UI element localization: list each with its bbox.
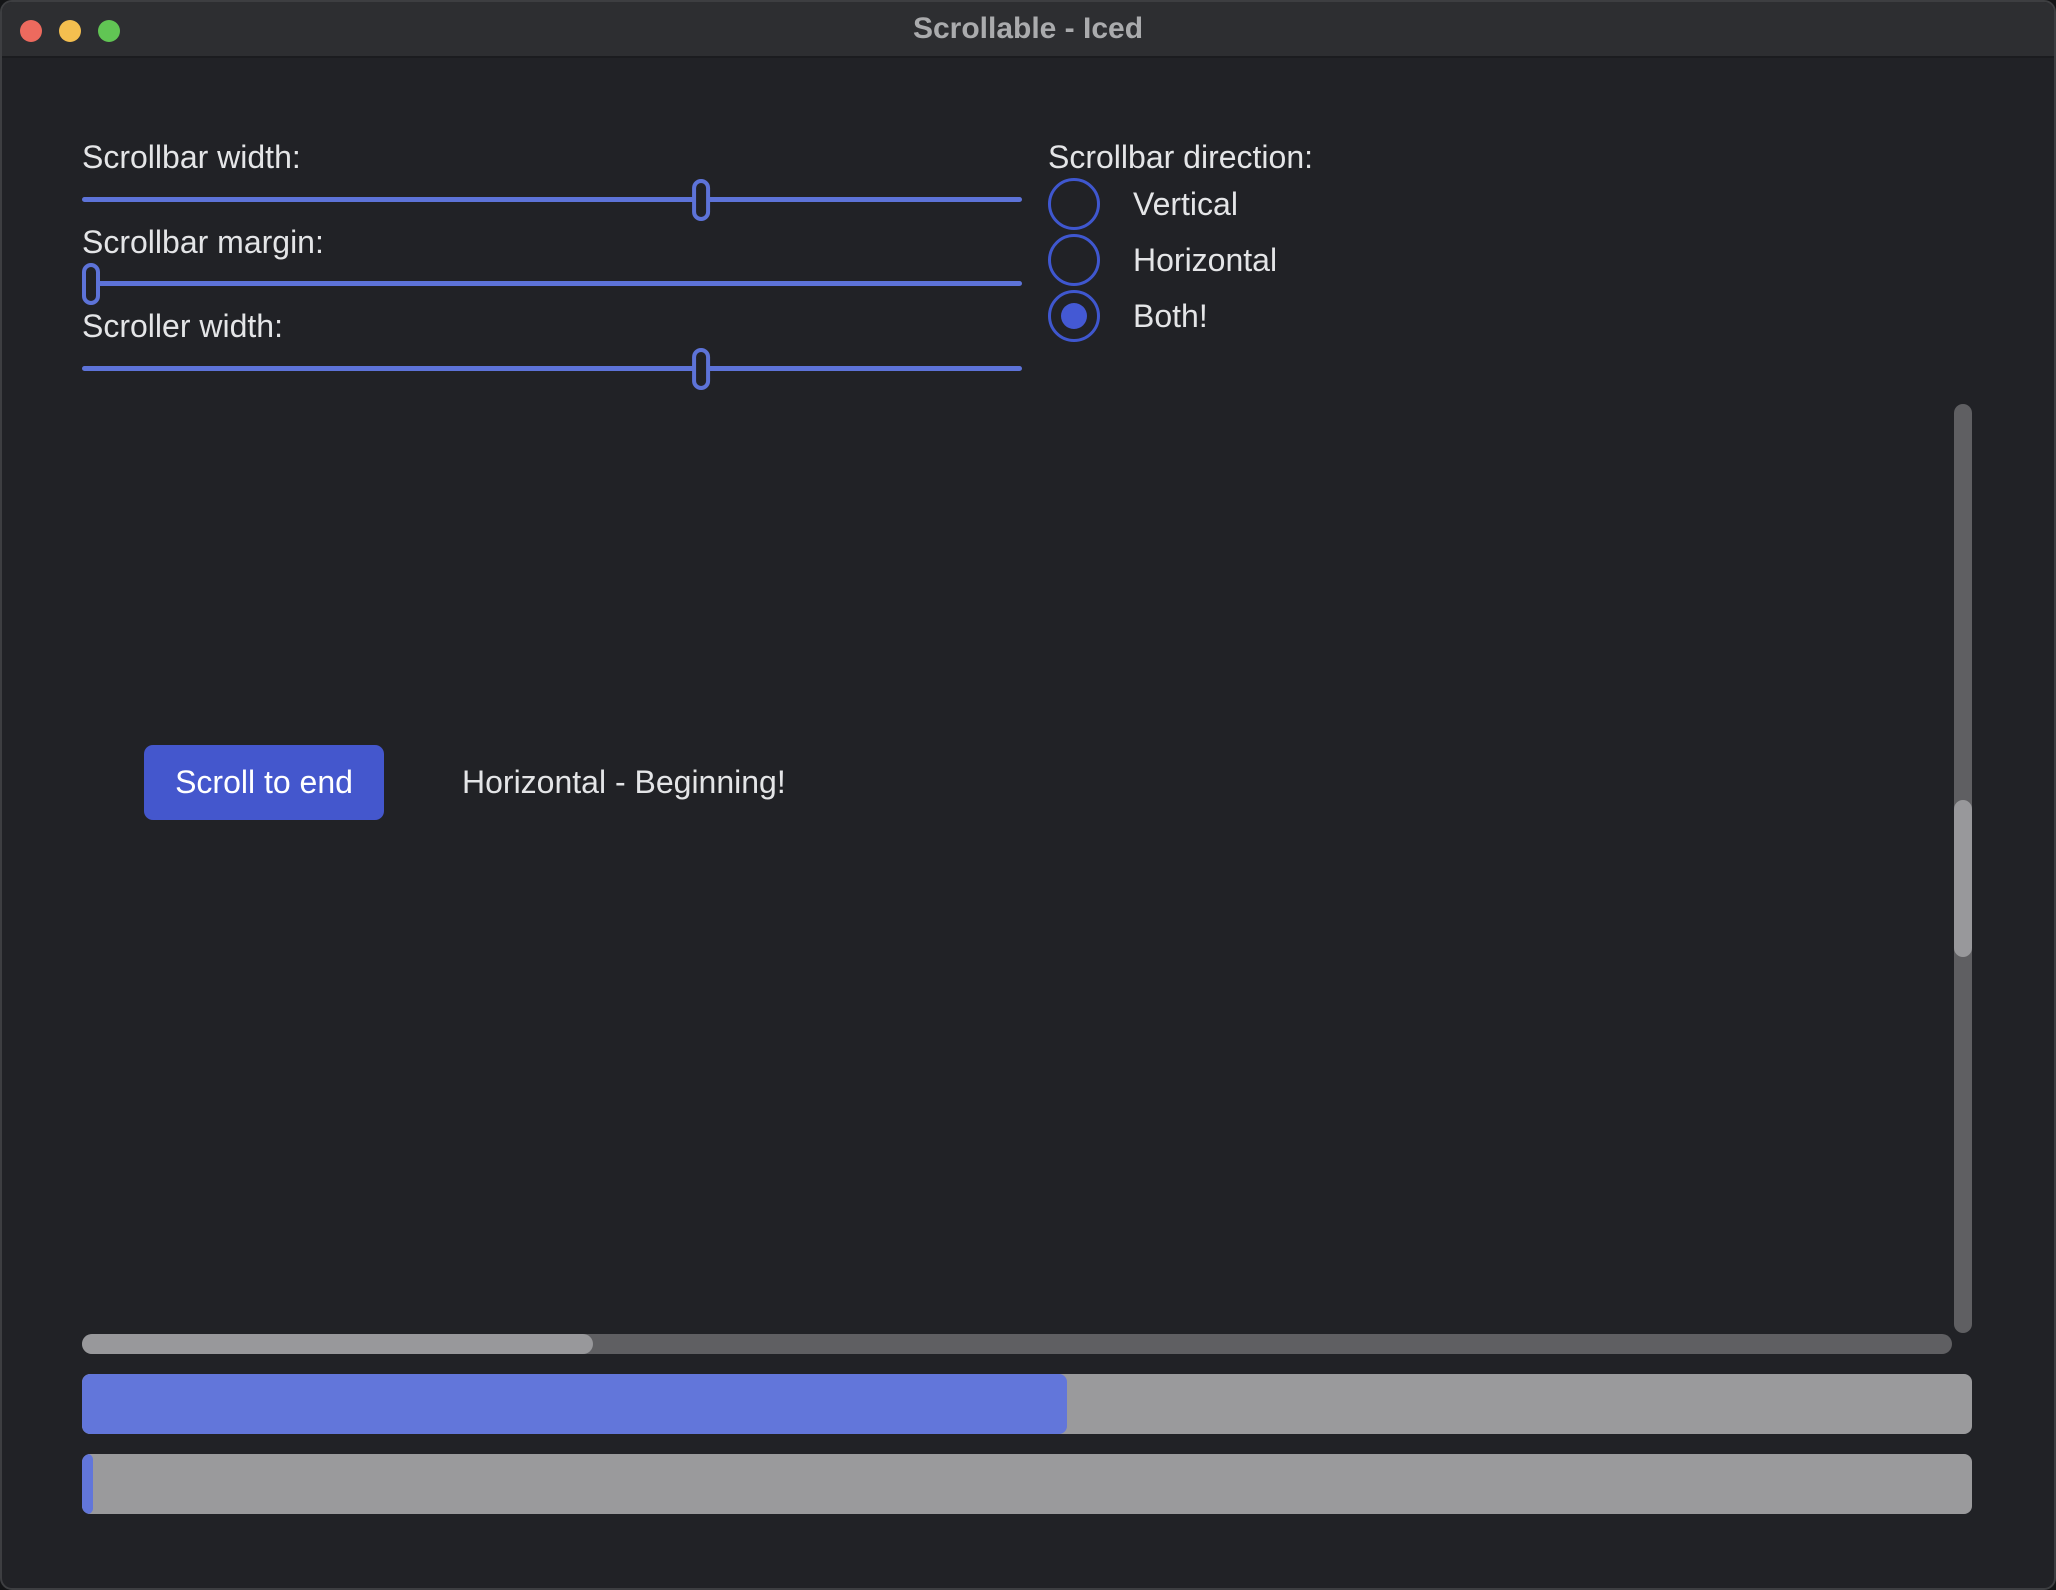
scrollbar-width-label: Scrollbar width: <box>82 135 301 179</box>
scrollbar-direction-label: Scrollbar direction: <box>1048 135 1313 179</box>
radio-horizontal-label: Horizontal <box>1133 242 1277 279</box>
scroller-width-label: Scroller width: <box>82 304 283 348</box>
radio-horizontal[interactable]: Horizontal <box>1048 232 1277 288</box>
titlebar: Scrollable - Iced <box>2 2 2054 58</box>
vertical-progress-bar <box>82 1454 1972 1514</box>
radio-dot-icon <box>1061 303 1087 329</box>
scrollbar-margin-label: Scrollbar margin: <box>82 220 324 264</box>
radio-both-label: Both! <box>1133 298 1208 335</box>
horizontal-progress-bar <box>82 1374 1972 1434</box>
progress-fill <box>82 1374 1067 1434</box>
scroll-to-end-button[interactable]: Scroll to end <box>144 745 384 820</box>
horizontal-scrollbar-track[interactable] <box>82 1334 1952 1354</box>
horizontal-scrollbar-thumb[interactable] <box>82 1334 593 1354</box>
progress-fill <box>82 1454 93 1514</box>
radio-circle-icon <box>1048 234 1100 286</box>
radio-both[interactable]: Both! <box>1048 288 1208 344</box>
radio-circle-icon <box>1048 290 1100 342</box>
radio-vertical[interactable]: Vertical <box>1048 176 1238 232</box>
scrollbar-margin-slider[interactable] <box>82 263 1022 305</box>
slider-handle[interactable] <box>82 263 100 305</box>
scroller-width-slider[interactable] <box>82 348 1022 390</box>
window-title: Scrollable - Iced <box>2 2 2054 58</box>
app-window: Scrollable - Iced Scrollbar width: Scrol… <box>0 0 2056 1590</box>
radio-vertical-label: Vertical <box>1133 186 1238 223</box>
slider-handle[interactable] <box>692 348 710 390</box>
vertical-scrollbar-track[interactable] <box>1954 404 1972 1333</box>
scrollbar-width-slider[interactable] <box>82 179 1022 221</box>
scroll-status-text: Horizontal - Beginning! <box>462 760 786 804</box>
slider-handle[interactable] <box>692 179 710 221</box>
slider-rail <box>82 281 1022 286</box>
slider-rail <box>82 197 1022 202</box>
radio-circle-icon <box>1048 178 1100 230</box>
vertical-scrollbar-thumb[interactable] <box>1954 800 1972 957</box>
slider-rail <box>82 366 1022 371</box>
